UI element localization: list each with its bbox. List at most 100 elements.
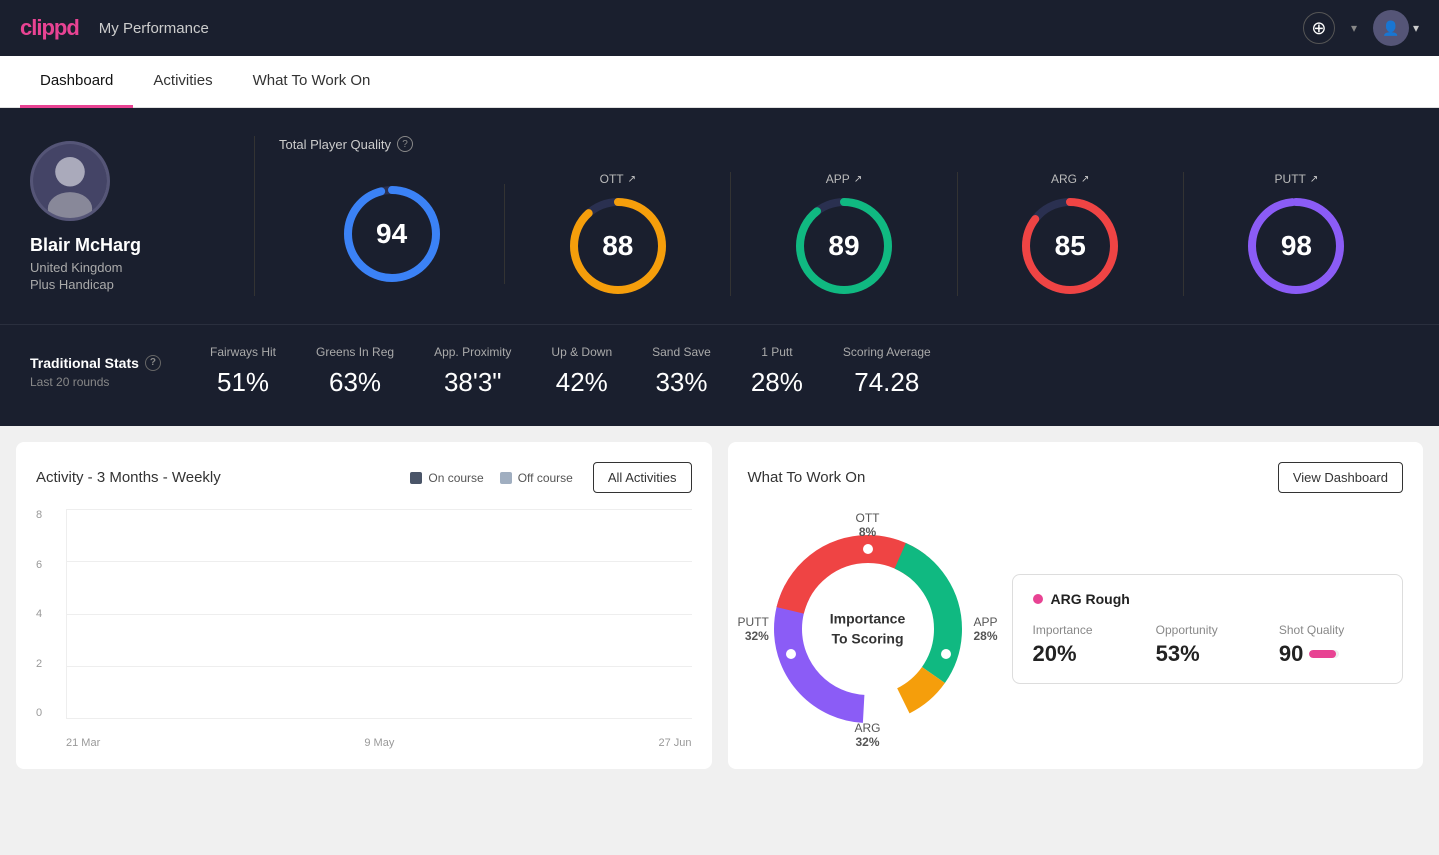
- nav-tabs: Dashboard Activities What To Work On: [0, 56, 1439, 108]
- stat-greens-in-reg: Greens In Reg 63%: [316, 345, 394, 398]
- player-info: Blair McHarg United Kingdom Plus Handica…: [30, 141, 230, 292]
- stat-up-down: Up & Down 42%: [551, 345, 612, 398]
- y-label-0: 0: [36, 707, 42, 719]
- activity-chart-title: Activity - 3 Months - Weekly: [36, 469, 221, 486]
- player-country: United Kingdom: [30, 260, 230, 275]
- stat-app-proximity-label: App. Proximity: [434, 345, 511, 359]
- grid-line-2: [67, 666, 692, 667]
- grid-line-8: [67, 509, 692, 510]
- header-left: clippd My Performance: [20, 15, 209, 41]
- what-to-work-on-title: What To Work On: [748, 469, 866, 486]
- app-label: APP ↗: [826, 172, 862, 186]
- what-to-work-on-panel: What To Work On View Dashboard: [728, 442, 1424, 769]
- arg-circle: 85: [1020, 196, 1120, 296]
- donut-chart-container: ImportanceTo Scoring OTT8% APP28% ARG32%…: [748, 509, 988, 749]
- activity-panel-header: Activity - 3 Months - Weekly On course O…: [36, 462, 692, 493]
- grid-line-6: [67, 561, 692, 562]
- ott-score-item: OTT ↗ 88: [505, 172, 731, 296]
- putt-score-item: PUTT ↗ 98: [1184, 172, 1409, 296]
- tab-what-to-work-on[interactable]: What To Work On: [233, 56, 391, 108]
- putt-score-value: 98: [1281, 230, 1312, 262]
- stat-1-putt-label: 1 Putt: [751, 345, 803, 359]
- stat-up-down-label: Up & Down: [551, 345, 612, 359]
- add-button[interactable]: ⊕: [1303, 12, 1335, 44]
- shot-quality-stat: Shot Quality 90: [1279, 623, 1382, 667]
- x-label-may: 9 May: [364, 737, 394, 749]
- main-score-item: 94: [279, 184, 505, 284]
- trad-help-icon[interactable]: ?: [145, 355, 161, 371]
- stat-scoring-average-label: Scoring Average: [843, 345, 931, 359]
- shot-quality-bar-fill: [1309, 650, 1336, 658]
- y-label-2: 2: [36, 658, 42, 670]
- opportunity-stat: Opportunity 53%: [1156, 623, 1259, 667]
- y-axis: 8 6 4 2 0: [36, 509, 48, 719]
- stat-app-proximity-value: 38'3": [434, 367, 511, 398]
- activity-panel: Activity - 3 Months - Weekly On course O…: [16, 442, 712, 769]
- shot-quality-label: Shot Quality: [1279, 623, 1382, 637]
- main-score-value: 94: [376, 218, 407, 250]
- stat-greens-in-reg-value: 63%: [316, 367, 394, 398]
- chart-grid-area: [66, 509, 692, 719]
- player-handicap: Plus Handicap: [30, 277, 230, 292]
- opportunity-label: Opportunity: [1156, 623, 1259, 637]
- trad-label: Traditional Stats ?: [30, 355, 170, 371]
- app-donut-label: APP28%: [973, 615, 997, 643]
- importance-value: 20%: [1033, 641, 1136, 667]
- legend-on-course: On course: [410, 471, 483, 485]
- x-label-mar: 21 Mar: [66, 737, 100, 749]
- avatar: 👤: [1373, 10, 1409, 46]
- arg-score-value: 85: [1055, 230, 1086, 262]
- arg-label: ARG ↗: [1051, 172, 1089, 186]
- bar-chart: 8 6 4 2 0 21 Mar 9 May 27 Jun: [36, 509, 692, 749]
- x-axis: 21 Mar 9 May 27 Jun: [66, 737, 692, 749]
- ott-donut-label: OTT8%: [856, 511, 880, 539]
- view-dashboard-button[interactable]: View Dashboard: [1278, 462, 1403, 493]
- user-avatar-button[interactable]: 👤 ▾: [1373, 10, 1419, 46]
- quality-label: Total Player Quality ?: [279, 136, 1409, 152]
- work-on-card-title: ARG Rough: [1033, 591, 1383, 607]
- logo: clippd: [20, 15, 79, 41]
- app-score-item: APP ↗ 89: [731, 172, 957, 296]
- player-name: Blair McHarg: [30, 235, 230, 256]
- legend-on-dot: [410, 472, 422, 484]
- activity-controls: On course Off course All Activities: [410, 462, 691, 493]
- all-activities-button[interactable]: All Activities: [593, 462, 692, 493]
- stat-greens-in-reg-label: Greens In Reg: [316, 345, 394, 359]
- player-avatar: [30, 141, 110, 221]
- donut-area: ImportanceTo Scoring OTT8% APP28% ARG32%…: [748, 509, 1404, 749]
- y-label-6: 6: [36, 559, 42, 571]
- y-label-4: 4: [36, 608, 42, 620]
- grid-line-4: [67, 614, 692, 615]
- stat-1-putt: 1 Putt 28%: [751, 345, 803, 398]
- ott-circle: 88: [568, 196, 668, 296]
- opportunity-value: 53%: [1156, 641, 1259, 667]
- stat-up-down-value: 42%: [551, 367, 612, 398]
- shot-quality-bar-bg: [1309, 650, 1339, 658]
- putt-donut-label: PUTT32%: [738, 615, 769, 643]
- importance-label: Importance: [1033, 623, 1136, 637]
- chart-legend: On course Off course: [410, 471, 573, 485]
- stat-1-putt-value: 28%: [751, 367, 803, 398]
- trad-label-section: Traditional Stats ? Last 20 rounds: [30, 355, 170, 389]
- stat-fairways-hit-label: Fairways Hit: [210, 345, 276, 359]
- stat-sand-save-label: Sand Save: [652, 345, 711, 359]
- stat-sand-save-value: 33%: [652, 367, 711, 398]
- red-dot-icon: [1033, 594, 1043, 604]
- stat-app-proximity: App. Proximity 38'3": [434, 345, 511, 398]
- tab-dashboard[interactable]: Dashboard: [20, 56, 133, 108]
- what-to-work-on-header: What To Work On View Dashboard: [748, 462, 1404, 493]
- x-label-jun: 27 Jun: [658, 737, 691, 749]
- trad-stats-grid: Fairways Hit 51% Greens In Reg 63% App. …: [210, 345, 1409, 398]
- bottom-panels: Activity - 3 Months - Weekly On course O…: [0, 426, 1439, 785]
- app-score-value: 89: [828, 230, 859, 262]
- stat-fairways-hit: Fairways Hit 51%: [210, 345, 276, 398]
- shot-quality-value: 90: [1279, 641, 1303, 667]
- help-icon[interactable]: ?: [397, 136, 413, 152]
- tab-activities[interactable]: Activities: [133, 56, 232, 108]
- header: clippd My Performance ⊕ ▾ 👤 ▾: [0, 0, 1439, 56]
- stat-sand-save: Sand Save 33%: [652, 345, 711, 398]
- ott-score-value: 88: [602, 230, 633, 262]
- work-on-card: ARG Rough Importance 20% Opportunity 53%…: [1012, 574, 1404, 684]
- divider-vertical: [254, 136, 255, 296]
- legend-off-course: Off course: [500, 471, 573, 485]
